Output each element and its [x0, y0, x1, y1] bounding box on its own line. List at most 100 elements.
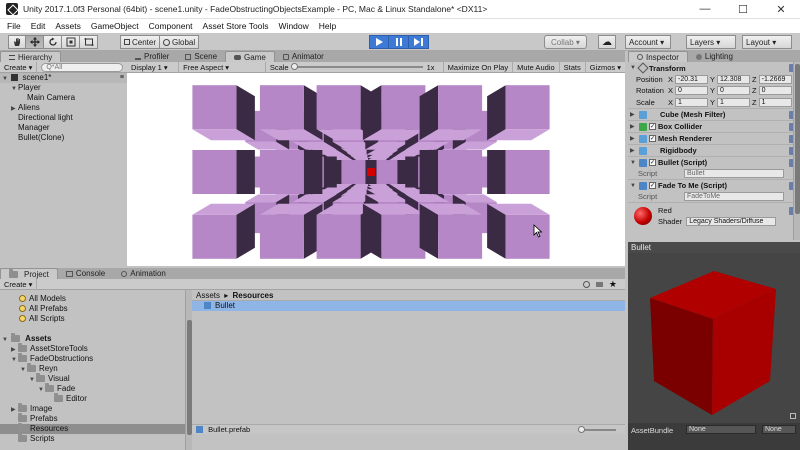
fade-script-enabled-checkbox[interactable]: ✓ — [649, 182, 656, 189]
rotate-tool-button[interactable] — [44, 35, 62, 49]
tab-inspector[interactable]: Inspector — [628, 51, 688, 62]
hierarchy-item-player[interactable]: ▼Player — [0, 83, 127, 93]
pivot-global-button[interactable]: Global — [160, 35, 200, 49]
folder-resources[interactable]: Resources — [0, 423, 187, 434]
scale-slider-handle[interactable] — [290, 63, 298, 70]
folder-image[interactable]: ▶ Image — [0, 403, 187, 414]
game-render-canvas[interactable] — [127, 73, 625, 266]
bullet-script-enabled-checkbox[interactable]: ✓ — [649, 159, 656, 166]
rotation-y-field[interactable]: 0 — [717, 86, 751, 95]
favorite-star-icon[interactable]: ★ — [609, 279, 617, 289]
tab-animator[interactable]: Animator — [275, 51, 332, 62]
tab-lighting[interactable]: Lighting — [688, 51, 741, 62]
expand-arrow-icon[interactable]: ▶ — [630, 147, 637, 154]
filter-by-type-icon[interactable] — [582, 280, 590, 288]
expand-arrow-icon[interactable]: ▶ — [630, 123, 637, 130]
favorite-all-scripts[interactable]: All Scripts — [0, 314, 187, 324]
tab-animation[interactable]: Animation — [113, 268, 174, 279]
maximize-on-play-toggle[interactable]: Maximize On Play — [442, 61, 514, 73]
tab-game[interactable]: Game — [225, 51, 275, 62]
fade-script-field[interactable]: FadeToMe — [684, 192, 784, 201]
display-dropdown[interactable]: Display 1 ▾ — [127, 61, 180, 73]
component-enabled-checkbox[interactable]: ✓ — [649, 135, 656, 142]
folder-visual[interactable]: ▼ Visual — [0, 373, 187, 384]
file-bullet[interactable]: Bullet — [192, 301, 625, 311]
hierarchy-item-bullet-clone[interactable]: Bullet(Clone) — [0, 133, 127, 143]
move-tool-button[interactable] — [26, 35, 44, 49]
icon-size-slider[interactable] — [578, 426, 616, 433]
asset-bundle-dropdown[interactable]: None — [686, 425, 756, 434]
component-cube-mesh-filter[interactable]: ▶ Cube (Mesh Filter) — [628, 108, 800, 120]
menu-component[interactable]: Component — [144, 19, 198, 33]
scene-menu-icon[interactable]: ≡ — [120, 73, 124, 83]
transform-header[interactable]: ▼ Transform — [628, 62, 800, 74]
mute-audio-toggle[interactable]: Mute Audio — [513, 61, 560, 73]
menu-asset-store-tools[interactable]: Asset Store Tools — [198, 19, 274, 33]
component-box-collider[interactable]: ▶ ✓ Box Collider — [628, 120, 800, 132]
collapse-arrow-icon[interactable]: ▼ — [630, 65, 637, 71]
pause-button[interactable] — [389, 35, 409, 49]
inspector-scrollbar[interactable] — [793, 62, 800, 240]
position-z-field[interactable]: -1.2669 — [758, 75, 792, 84]
hierarchy-item-manager[interactable]: Manager — [0, 123, 127, 133]
preview-viewport[interactable] — [628, 253, 800, 423]
menu-window[interactable]: Window — [274, 19, 314, 33]
collapse-arrow-icon[interactable]: ▼ — [630, 160, 637, 166]
collab-dropdown[interactable]: Collab ▾ — [544, 35, 587, 49]
collapse-arrow-icon[interactable]: ▼ — [630, 183, 637, 189]
tab-profiler[interactable]: Profiler — [127, 51, 177, 62]
preview-resize-icon[interactable] — [790, 413, 796, 419]
shader-dropdown[interactable]: Legacy Shaders/Diffuse — [686, 217, 777, 226]
breadcrumb-resources[interactable]: Resources — [233, 291, 274, 300]
scene-root-row[interactable]: ▼ scene1* ≡ — [0, 73, 127, 83]
bullet-script-header[interactable]: ▼ ✓ Bullet (Script) — [628, 156, 800, 168]
hierarchy-search-input[interactable] — [41, 62, 124, 72]
menu-assets[interactable]: Assets — [50, 19, 86, 33]
expand-arrow-icon[interactable]: ▶ — [630, 135, 637, 142]
position-x-field[interactable]: -20.31 — [675, 75, 709, 84]
component-rigidbody[interactable]: ▶ Rigidbody — [628, 144, 800, 156]
stats-toggle[interactable]: Stats — [560, 61, 586, 73]
rotation-z-field[interactable]: 0 — [758, 86, 792, 95]
component-enabled-checkbox[interactable]: ✓ — [649, 123, 656, 130]
project-tree-scrollbar[interactable] — [185, 290, 192, 450]
scale-x-field[interactable]: 1 — [675, 97, 709, 107]
folder-fade[interactable]: ▼ Fade — [0, 383, 187, 394]
filter-by-label-icon[interactable] — [595, 281, 603, 287]
position-y-field[interactable]: 12.308 — [717, 75, 751, 84]
tab-console[interactable]: Console — [58, 268, 113, 279]
menu-gameobject[interactable]: GameObject — [86, 19, 144, 33]
cloud-button[interactable]: ☁ — [598, 35, 616, 49]
asset-variant-dropdown[interactable]: None — [762, 425, 796, 434]
folder-assetstoretools[interactable]: ▶ AssetStoreTools — [0, 343, 187, 354]
expand-arrow-icon[interactable]: ▶ — [630, 111, 637, 118]
hierarchy-item-aliens[interactable]: ▶ Aliens — [0, 103, 127, 113]
layout-dropdown[interactable]: Layout ▾ — [742, 35, 792, 49]
aspect-dropdown[interactable]: Free Aspect ▾ — [179, 61, 266, 73]
hierarchy-create-button[interactable]: Create ▾ — [0, 61, 38, 73]
rect-tool-button[interactable] — [80, 35, 98, 49]
folder-reyn[interactable]: ▼ Reyn — [0, 363, 187, 374]
scale-tool-button[interactable] — [62, 35, 80, 49]
assets-root-row[interactable]: ▼ Assets — [0, 333, 187, 344]
menu-file[interactable]: File — [2, 19, 26, 33]
menu-edit[interactable]: Edit — [26, 19, 51, 33]
project-create-button[interactable]: Create ▾ — [0, 278, 38, 290]
gizmos-dropdown[interactable]: Gizmos ▾ — [586, 62, 625, 73]
favorite-all-prefabs[interactable]: All Prefabs — [0, 304, 187, 314]
scale-y-field[interactable]: 1 — [717, 97, 751, 107]
minimize-button[interactable]: — — [686, 0, 724, 19]
fade-script-header[interactable]: ▼ ✓ Fade To Me (Script) — [628, 179, 800, 191]
step-button[interactable] — [409, 35, 429, 49]
hierarchy-item-main-camera[interactable]: Main Camera — [0, 93, 127, 103]
close-button[interactable]: ✕ — [762, 0, 800, 19]
inspector-scroll-thumb[interactable] — [795, 64, 800, 214]
hand-tool-button[interactable] — [8, 35, 26, 49]
scale-z-field[interactable]: 1 — [758, 97, 792, 107]
bullet-script-field[interactable]: Bullet — [684, 169, 784, 178]
breadcrumb-assets[interactable]: Assets — [196, 291, 220, 300]
play-button[interactable] — [369, 35, 389, 49]
game-view[interactable] — [127, 73, 625, 266]
tab-project[interactable]: Project — [0, 268, 58, 279]
pivot-center-button[interactable]: Center — [120, 35, 161, 49]
